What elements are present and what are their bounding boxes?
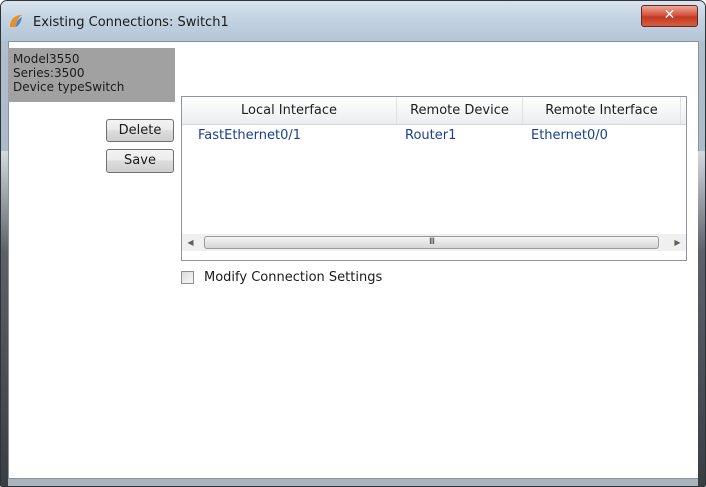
cell-remote-interface: Ethernet0/0: [531, 128, 608, 143]
title-bar[interactable]: Existing Connections: Switch1 ✕: [1, 1, 705, 41]
scroll-right-arrow-icon[interactable]: ▶: [669, 234, 686, 251]
device-model: Model3550: [13, 52, 80, 66]
scroll-left-arrow-icon[interactable]: ◀: [182, 234, 199, 251]
app-icon: [10, 15, 22, 27]
device-type: Device typeSwitch: [13, 80, 125, 94]
column-header-local-interface[interactable]: Local Interface: [182, 97, 397, 124]
modify-settings-checkbox[interactable]: [181, 271, 194, 284]
column-header-remote-interface[interactable]: Remote Interface: [523, 97, 681, 124]
device-series: Series:3500: [13, 66, 85, 80]
window-title: Existing Connections: Switch1: [33, 15, 229, 30]
close-button[interactable]: ✕: [641, 5, 698, 27]
cell-remote-device: Router1: [405, 128, 457, 143]
connections-table[interactable]: Local Interface Remote Device Remote Int…: [181, 96, 687, 261]
cell-local-interface: FastEthernet0/1: [198, 128, 302, 143]
modify-settings-label[interactable]: Modify Connection Settings: [204, 269, 404, 287]
table-header: Local Interface Remote Device Remote Int…: [182, 97, 686, 125]
column-header-remote-device[interactable]: Remote Device: [397, 97, 523, 124]
close-icon: ✕: [663, 7, 676, 23]
table-row[interactable]: FastEthernet0/1 Router1 Ethernet0/0: [182, 125, 686, 147]
dialog-window: Existing Connections: Switch1 ✕ Model355…: [0, 0, 706, 487]
scrollbar-thumb[interactable]: III: [204, 236, 659, 249]
save-button[interactable]: Save: [106, 149, 174, 173]
delete-button[interactable]: Delete: [106, 119, 174, 142]
horizontal-scrollbar[interactable]: ◀ III ▶: [182, 234, 686, 251]
device-info-panel: Model3550 Series:3500 Device typeSwitch: [8, 48, 175, 102]
